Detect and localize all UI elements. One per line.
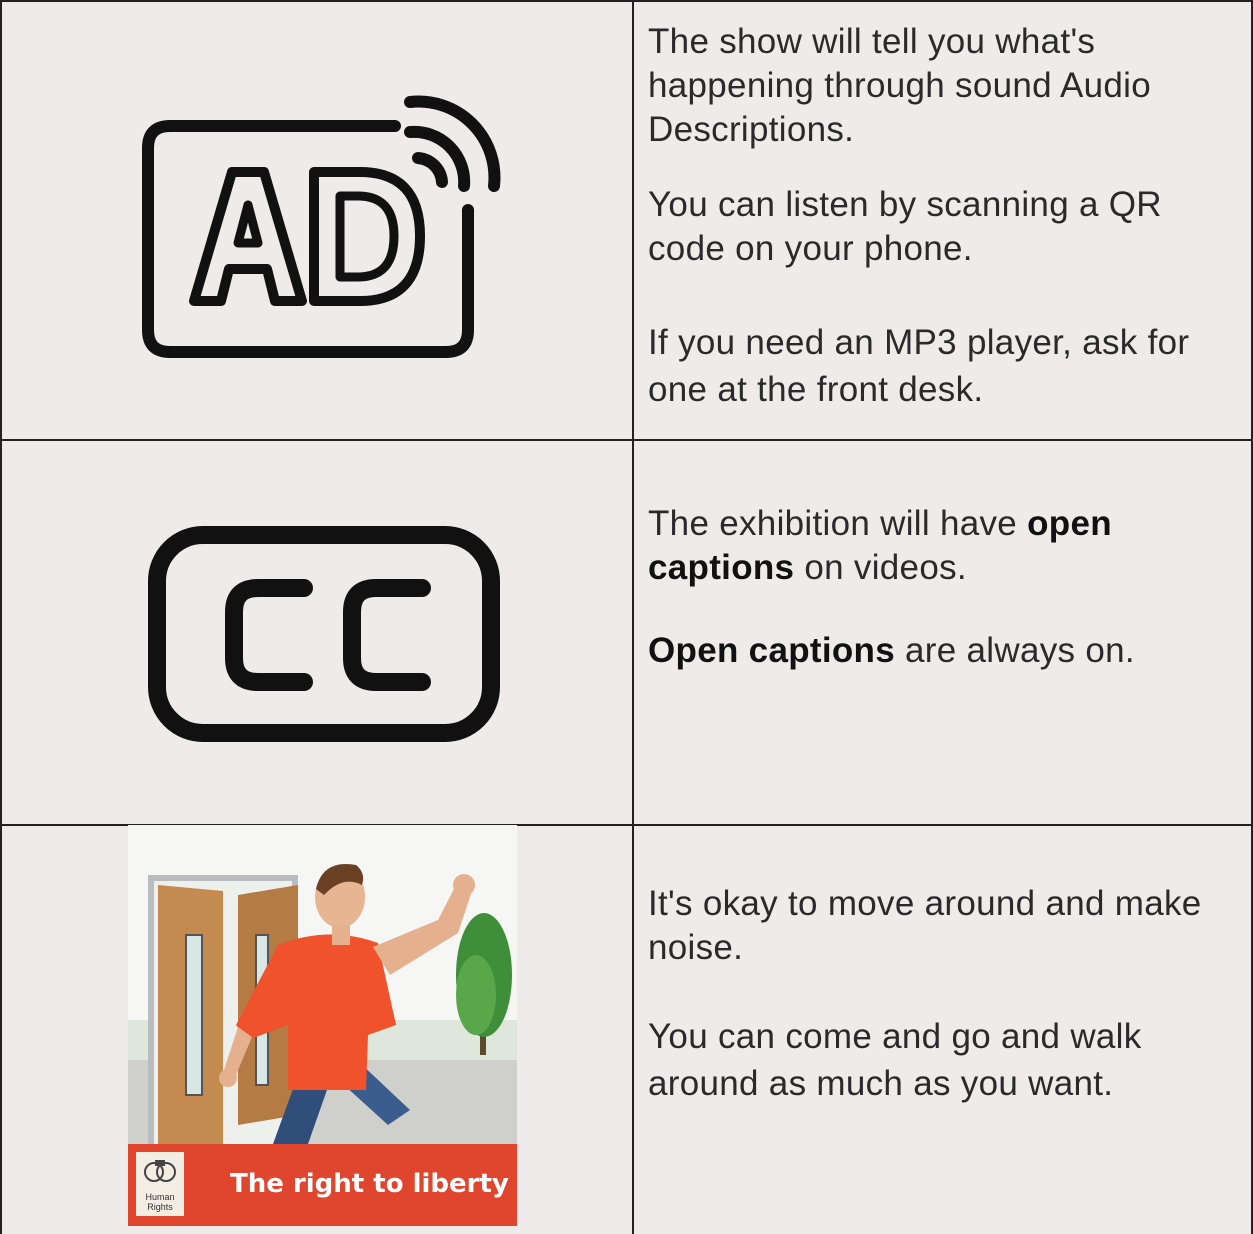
human-rights-logo: Human Rights (136, 1152, 184, 1216)
man-walking-through-door-illustration (128, 825, 517, 1144)
audio-description-icon (142, 95, 501, 358)
closed-captions-icon (148, 526, 500, 742)
text-run: on videos. (794, 548, 967, 587)
movement-text: It's okay to move around and make noise.… (648, 825, 1243, 1234)
paragraph: You can come and go and walk around as m… (648, 1017, 1142, 1103)
banner-title: The right to liberty (230, 1169, 509, 1199)
captions-text: The exhibition will have open captions o… (648, 440, 1243, 825)
audio-description-icon-cell (10, 0, 632, 440)
crest-icon (144, 1160, 176, 1182)
liberty-illustration: Human Rights The right to liberty (128, 825, 517, 1226)
paragraph: If you need an MP3 player, ask for one a… (648, 323, 1190, 409)
accessibility-table: The show will tell you what's happening … (0, 0, 1253, 1234)
banner: Human Rights The right to liberty (128, 1144, 517, 1226)
table-row-audio-description: The show will tell you what's happening … (0, 0, 1253, 440)
paragraph: Open captions are always on. (648, 629, 1243, 673)
table-row-movement: Human Rights The right to liberty It's o… (0, 825, 1253, 1234)
closed-captions-icon-cell (10, 440, 632, 825)
text-run: are always on. (895, 631, 1135, 670)
text-run: The exhibition will have (648, 504, 1028, 543)
paragraph: It's okay to move around and make noise. (648, 884, 1202, 967)
paragraph: The exhibition will have open captions o… (648, 502, 1243, 590)
badge-label: Human Rights (145, 1192, 175, 1212)
audio-description-text: The show will tell you what's happening … (648, 0, 1243, 440)
paragraph: The show will tell you what's happening … (648, 22, 1152, 149)
paragraph: You can listen by scanning a QR code on … (648, 185, 1162, 268)
bold-term: Open captions (648, 631, 895, 670)
table-row-captions: The exhibition will have open captions o… (0, 440, 1253, 825)
